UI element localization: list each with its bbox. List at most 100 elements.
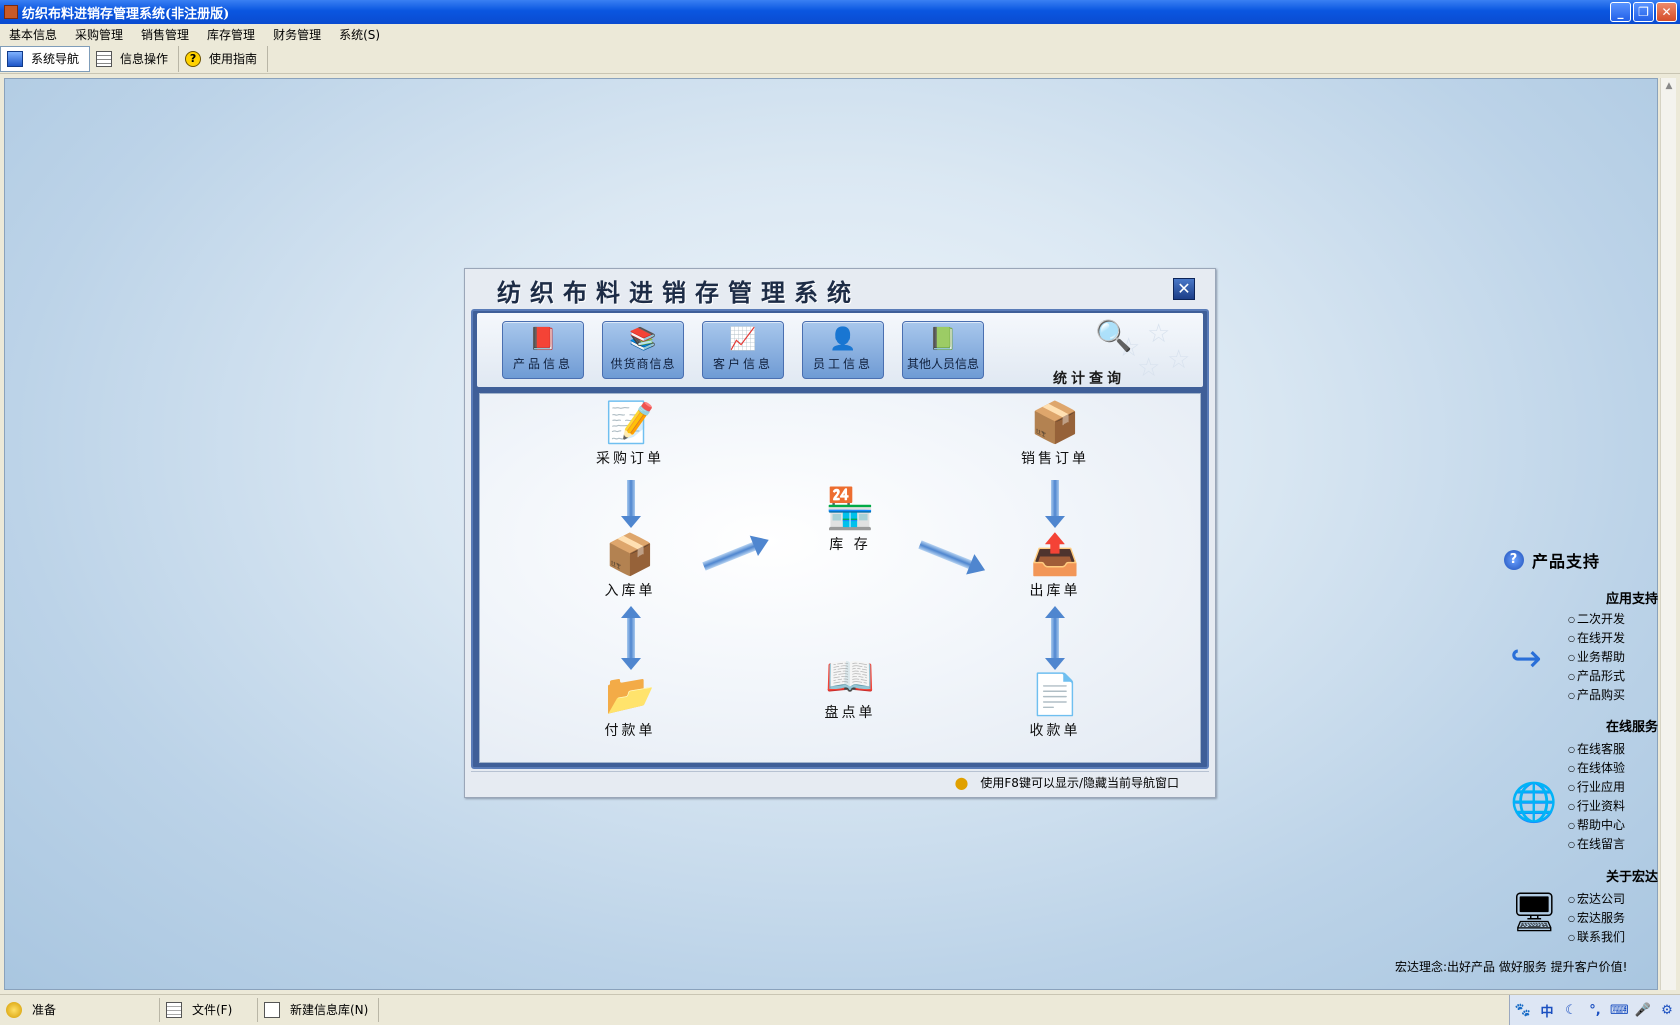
microphone-icon[interactable]: 🎤 <box>1634 1003 1652 1018</box>
sales-order-node[interactable]: 📦 销售订单 <box>1010 398 1100 468</box>
info-ops-label: 信息操作 <box>120 52 169 66</box>
double-arrow-icon <box>1045 606 1065 670</box>
other-staff-info-label: 其他人员信息 <box>906 357 979 371</box>
status-file-button[interactable]: 文件(F) <box>160 997 258 1022</box>
ime-toolbar[interactable]: 🐾 中 ☾ °, ⌨ 🎤 ⚙ <box>1509 995 1680 1025</box>
employee-info-button[interactable]: 👤 员工信息 <box>802 321 884 379</box>
book-icon: 📕 <box>529 327 557 352</box>
user-guide-button[interactable]: ? 使用指南 <box>179 45 269 72</box>
supplier-info-button[interactable]: 📚 供货商信息 <box>602 321 684 379</box>
about-heading: 关于宏达 <box>1605 870 1658 885</box>
window-controls: _ ❐ ✕ <box>1610 2 1677 22</box>
inventory-label: 库 存 <box>829 537 871 553</box>
open-book-icon: 📖 <box>825 654 875 700</box>
stock-out-node[interactable]: 📤 出库单 <box>1010 530 1100 600</box>
user-hint-icon: ● <box>954 773 969 792</box>
link-industry-app[interactable]: 行业应用 <box>1568 778 1625 797</box>
business-flow-diagram: 📝 采购订单 📦 入库单 📂 付款单 🏪 库 存 📖 盘点单 📦 销售订单 📤 … <box>479 393 1201 763</box>
menu-basic-info[interactable]: 基本信息 <box>0 26 66 43</box>
app-support-list: 二次开发 在线开发 业务帮助 产品形式 产品购买 <box>1568 610 1625 705</box>
link-online-dev[interactable]: 在线开发 <box>1568 629 1625 648</box>
employee-info-label: 员工信息 <box>812 357 873 371</box>
status-new-db-text: 新建信息库(N) <box>290 1003 369 1017</box>
folder-pen-icon: 📂 <box>605 672 655 718</box>
globe-icon: 🌐 <box>1510 780 1558 824</box>
menu-inventory[interactable]: 库存管理 <box>198 26 264 43</box>
file-icon <box>166 1001 182 1018</box>
link-online-message[interactable]: 在线留言 <box>1568 835 1625 854</box>
link-service[interactable]: 宏达服务 <box>1568 909 1625 928</box>
box-out-icon: 📤 <box>1030 532 1080 578</box>
customer-info-button[interactable]: 📈 客户信息 <box>702 321 784 379</box>
status-file-text: 文件(F) <box>192 1003 233 1017</box>
link-secondary-dev[interactable]: 二次开发 <box>1568 610 1625 629</box>
link-industry-data[interactable]: 行业资料 <box>1568 797 1625 816</box>
curved-arrow-icon: ↪ <box>1510 636 1542 680</box>
star-icon: ☆ <box>1137 353 1161 383</box>
restore-button[interactable]: ❐ <box>1633 2 1654 22</box>
dialog-close-button[interactable]: ✕ <box>1173 278 1195 300</box>
menu-system[interactable]: 系统(S) <box>330 26 389 43</box>
payment-node[interactable]: 📂 付款单 <box>585 670 675 740</box>
link-help-center[interactable]: 帮助中心 <box>1568 816 1625 835</box>
inventory-node[interactable]: 🏪 库 存 <box>800 484 900 554</box>
product-support-panel: ? 产品支持 应用支持 ↪ 二次开发 在线开发 业务帮助 产品形式 产品购买 在… <box>1498 540 1658 980</box>
product-info-button[interactable]: 📕 产品信息 <box>502 321 584 379</box>
dialog-title: 纺织布料进销存管理系统 <box>497 278 860 307</box>
arrow-down-icon <box>621 480 641 528</box>
person-icon: 👤 <box>829 327 857 352</box>
system-nav-button[interactable]: 系统导航 <box>0 45 91 72</box>
scroll-up-icon[interactable]: ▲ <box>1661 78 1677 94</box>
link-product-form[interactable]: 产品形式 <box>1568 667 1625 686</box>
link-online-trial[interactable]: 在线体验 <box>1568 759 1625 778</box>
menu-purchase[interactable]: 采购管理 <box>66 26 132 43</box>
ime-paw-icon[interactable]: 🐾 <box>1514 1003 1532 1018</box>
close-window-button[interactable]: ✕ <box>1656 2 1677 22</box>
about-list: 宏达公司 宏达服务 联系我们 <box>1568 890 1625 947</box>
ime-mode-indicator[interactable]: 中 <box>1538 1001 1556 1020</box>
arrow-right-up-icon <box>702 541 758 571</box>
menu-finance[interactable]: 财务管理 <box>264 26 330 43</box>
product-info-label: 产品信息 <box>512 357 573 371</box>
dialog-hint-text: 使用F8键可以显示/隐藏当前导航窗口 <box>980 776 1179 790</box>
computer-monitor-icon: 🖥 <box>1510 890 1559 934</box>
link-online-cs[interactable]: 在线客服 <box>1568 740 1625 759</box>
info-ops-button[interactable]: 信息操作 <box>90 45 180 72</box>
dialog-hint-bar: ● 使用F8键可以显示/隐藏当前导航窗口 <box>471 771 1209 793</box>
user-status-icon <box>6 1001 22 1018</box>
status-new-db-button[interactable]: 新建信息库(N) <box>258 997 380 1022</box>
link-product-buy[interactable]: 产品购买 <box>1568 686 1625 705</box>
supplier-info-label: 供货商信息 <box>610 357 676 371</box>
stocktake-node[interactable]: 📖 盘点单 <box>805 652 895 722</box>
status-ready-text: 准备 <box>32 1003 57 1017</box>
other-staff-info-button[interactable]: 📗 其他人员信息 <box>902 321 984 379</box>
sales-order-label: 销售订单 <box>1021 451 1089 467</box>
link-business-help[interactable]: 业务帮助 <box>1568 648 1625 667</box>
status-bar: 准备 文件(F) 新建信息库(N) 🐾 中 ☾ °, ⌨ 🎤 ⚙ <box>0 994 1680 1025</box>
purchase-order-node[interactable]: 📝 采购订单 <box>585 398 675 468</box>
box-icon: 📦 <box>1030 400 1080 446</box>
keyboard-icon[interactable]: ⌨ <box>1610 1003 1629 1018</box>
navigation-dialog: 纺织布料进销存管理系统 ✕ 📕 产品信息 📚 供货商信息 📈 客户信息 👤 员工… <box>464 268 1216 798</box>
app-support-heading: 应用支持 <box>1605 592 1658 607</box>
receipt-node[interactable]: 📄 收款单 <box>1010 670 1100 740</box>
moon-icon[interactable]: ☾ <box>1562 1003 1580 1018</box>
magnifier-globe-icon: 🔍 <box>1095 319 1133 354</box>
stats-query-button[interactable]: ☆ ☆ ☆ ☆ 🔍 统计查询 <box>1037 319 1190 387</box>
company-slogan: 宏达理念:出好产品 做好服务 提升客户价值! <box>1395 960 1628 974</box>
punctuation-icon[interactable]: °, <box>1586 1003 1604 1018</box>
menu-bar: 基本信息 采购管理 销售管理 库存管理 财务管理 系统(S) <box>0 24 1680 44</box>
gear-icon[interactable]: ⚙ <box>1658 1003 1676 1018</box>
stock-in-node[interactable]: 📦 入库单 <box>585 530 675 600</box>
storefront-icon: 🏪 <box>825 486 875 532</box>
link-contact[interactable]: 联系我们 <box>1568 928 1625 947</box>
customer-info-label: 客户信息 <box>712 357 773 371</box>
chart-icon: 📈 <box>729 327 757 352</box>
monitor-icon <box>7 50 23 67</box>
books-icon: 📚 <box>629 327 657 352</box>
link-company[interactable]: 宏达公司 <box>1568 890 1625 909</box>
vertical-scrollbar[interactable]: ▲ <box>1660 78 1676 990</box>
minimize-button[interactable]: _ <box>1610 2 1631 22</box>
stocktake-label: 盘点单 <box>824 705 876 721</box>
menu-sales[interactable]: 销售管理 <box>132 26 198 43</box>
